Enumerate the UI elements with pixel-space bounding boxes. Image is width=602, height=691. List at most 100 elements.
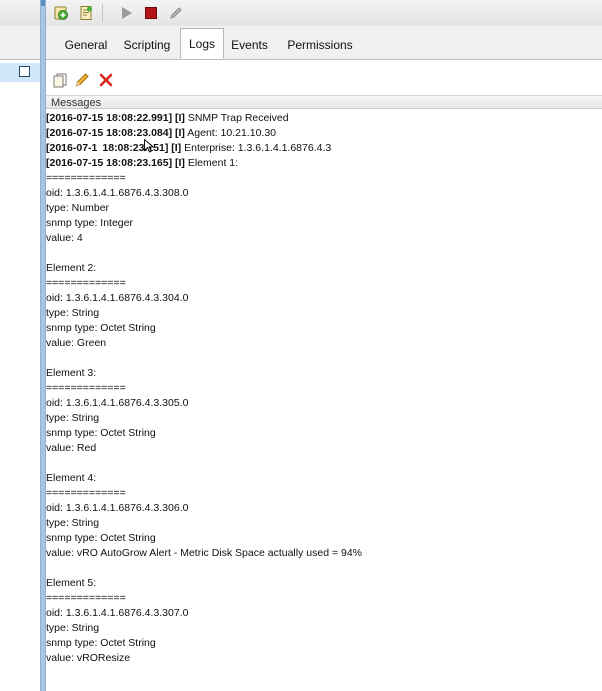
log-text: ============= (46, 592, 126, 604)
log-text: value: 4 (46, 232, 83, 244)
log-text: oid: 1.3.6.1.4.1.6876.4.3.308.0 (46, 187, 189, 199)
log-text: ============= (46, 172, 126, 184)
log-line: type: String (46, 306, 602, 321)
log-text: oid: 1.3.6.1.4.1.6876.4.3.305.0 (46, 397, 189, 409)
log-text: snmp type: Octet String (46, 637, 156, 649)
log-line: type: Number (46, 201, 602, 216)
log-line: Element 2: (46, 261, 602, 276)
messages-column-header[interactable]: Messages (46, 95, 602, 109)
edit-icon (170, 7, 182, 19)
log-line: oid: 1.3.6.1.4.1.6876.4.3.308.0 (46, 186, 602, 201)
log-text: value: vROResize (46, 652, 131, 664)
log-line: snmp type: Octet String (46, 321, 602, 336)
log-text: type: String (46, 517, 100, 529)
log-line: type: String (46, 411, 602, 426)
copy-log-button[interactable] (50, 70, 70, 90)
log-text: snmp type: Octet String (46, 427, 156, 439)
log-text: snmp type: Octet String (46, 532, 156, 544)
left-navigation-pane (0, 0, 40, 691)
mouse-cursor-icon (144, 139, 154, 153)
log-line: Element 4: (46, 471, 602, 486)
tab-events[interactable]: Events (227, 33, 272, 58)
log-text: value: Green (46, 337, 107, 349)
log-line: ============= (46, 276, 602, 291)
log-line: ============= (46, 591, 602, 606)
log-line: type: String (46, 621, 602, 636)
log-line: oid: 1.3.6.1.4.1.6876.4.3.306.0 (46, 501, 602, 516)
log-text: Enterprise: 1.3.6.1.4.1.6876.4.3 (181, 142, 332, 154)
editor-tabstrip: General Scripting Logs Events Permission… (46, 26, 602, 60)
log-line: ============= (46, 381, 602, 396)
toolbar-separator (102, 4, 103, 22)
selected-tree-item[interactable] (0, 63, 40, 82)
log-text: snmp type: Integer (46, 217, 133, 229)
logs-toolbar (46, 60, 602, 94)
log-text: Element 1: (184, 157, 239, 169)
log-text: type: String (46, 307, 100, 319)
log-text: oid: 1.3.6.1.4.1.6876.4.3.304.0 (46, 292, 189, 304)
copy-icon (53, 73, 67, 88)
log-line: ============= (46, 171, 602, 186)
log-line: value: Green (46, 336, 602, 351)
log-text: type: Number (46, 202, 110, 214)
import-button[interactable] (76, 3, 96, 23)
log-timestamp: [2016-07-15 18:08:23.084] [I] (46, 127, 185, 139)
edit-icon (75, 73, 89, 87)
log-text: oid: 1.3.6.1.4.1.6876.4.3.307.0 (46, 607, 189, 619)
left-tabstrip (0, 26, 40, 60)
log-line: oid: 1.3.6.1.4.1.6876.4.3.304.0 (46, 291, 602, 306)
import-icon (80, 6, 93, 20)
main-toolbar (46, 0, 602, 27)
log-text: snmp type: Octet String (46, 322, 156, 334)
log-text: SNMP Trap Received (184, 112, 289, 124)
log-text: ============= (46, 487, 126, 499)
add-workflow-button[interactable] (51, 3, 71, 23)
log-line: snmp type: Octet String (46, 426, 602, 441)
log-line: snmp type: Octet String (46, 636, 602, 651)
log-text: type: String (46, 412, 100, 424)
log-timestamp: [2016-07-15 18:08:22.991] [I] (46, 112, 185, 124)
stop-icon (145, 7, 157, 19)
log-timestamp: [2016-07-1 18:08:23.151] [I] (46, 142, 182, 154)
log-text: Element 2: (46, 262, 97, 274)
clear-log-button[interactable] (96, 70, 116, 90)
tab-general[interactable]: General (56, 33, 116, 58)
edit-log-button[interactable] (72, 70, 92, 90)
log-text: Element 5: (46, 577, 97, 589)
edit-button[interactable] (166, 3, 186, 23)
log-text: ============= (46, 277, 126, 289)
log-text: ============= (46, 382, 126, 394)
log-line: Element 3: (46, 366, 602, 381)
log-line: [2016-07-15 18:08:22.991] [I] SNMP Trap … (46, 111, 602, 126)
log-text: oid: 1.3.6.1.4.1.6876.4.3.306.0 (46, 502, 189, 514)
log-timestamp: [2016-07-15 18:08:23.165] [I] (46, 157, 185, 169)
splitter-handle[interactable] (41, 0, 45, 6)
tab-logs[interactable]: Logs (180, 28, 224, 59)
log-line: value: Red (46, 441, 602, 456)
run-button[interactable] (116, 3, 136, 23)
tab-scripting[interactable]: Scripting (118, 33, 176, 58)
log-text: value: Red (46, 442, 97, 454)
log-line: oid: 1.3.6.1.4.1.6876.4.3.307.0 (46, 606, 602, 621)
log-text: Element 3: (46, 367, 97, 379)
log-messages[interactable]: [2016-07-15 18:08:22.991] [I] SNMP Trap … (46, 111, 602, 691)
log-text: Agent: 10.21.10.30 (184, 127, 277, 139)
left-toolbar (0, 0, 40, 27)
log-line: value: 4 (46, 231, 602, 246)
log-line: [2016-07-1 18:08:23.151] [I] Enterprise:… (46, 141, 602, 156)
log-line: [2016-07-15 18:08:23.165] [I] Element 1: (46, 156, 602, 171)
run-icon (122, 7, 132, 19)
log-line: oid: 1.3.6.1.4.1.6876.4.3.305.0 (46, 396, 602, 411)
log-line: value: vRO AutoGrow Alert - Metric Disk … (46, 546, 602, 561)
log-line: type: String (46, 516, 602, 531)
tree-item-checkbox[interactable] (19, 66, 30, 77)
log-text: type: String (46, 622, 100, 634)
log-line: Element 5: (46, 576, 602, 591)
stop-button[interactable] (141, 3, 161, 23)
log-line: snmp type: Octet String (46, 531, 602, 546)
tab-permissions[interactable]: Permissions (278, 33, 362, 58)
log-text: value: vRO AutoGrow Alert - Metric Disk … (46, 547, 363, 559)
